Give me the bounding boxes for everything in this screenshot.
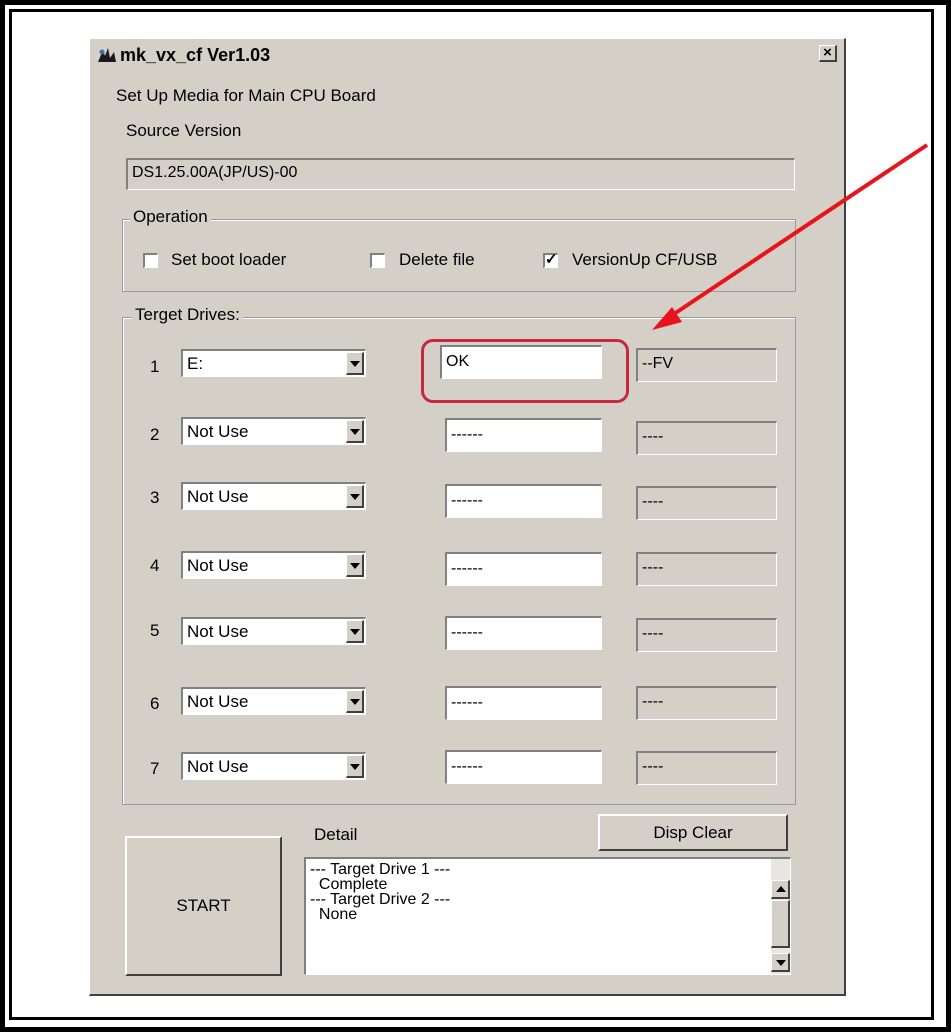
annotation-arrow-icon: [652, 143, 929, 330]
